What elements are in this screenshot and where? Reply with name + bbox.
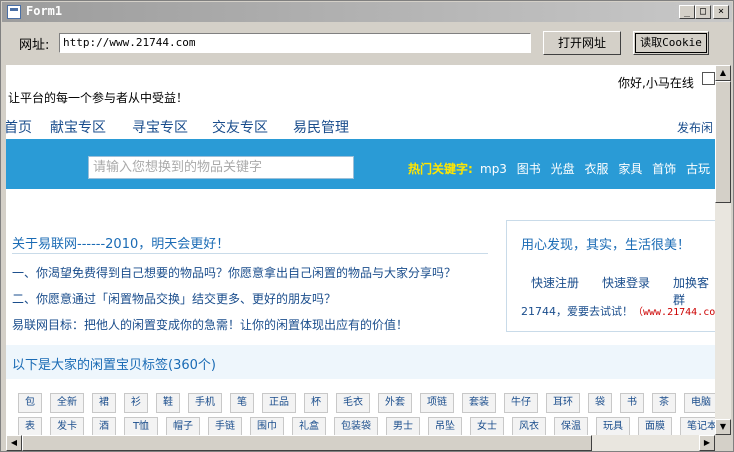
tag-chip[interactable]: 风衣 [512,417,546,435]
tag-chip[interactable]: 裙 [92,393,116,413]
scroll-left-icon[interactable]: ◀ [6,435,22,451]
divider [12,253,488,254]
about-title: 关于易联网------2010，明天会更好！ [12,237,230,252]
greeting-checkbox[interactable] [702,72,715,85]
search-input[interactable]: 请输入您想换到的物品关键字 [88,156,354,179]
title-bar: Form1 _ □ × [2,2,732,22]
tag-chip[interactable]: 正品 [262,393,296,413]
site-slogan: 让平台的每一个参与者从中受益！ [8,91,189,105]
tag-chip[interactable]: 笔记本 [680,417,715,435]
address-label: 网址: [19,38,50,53]
address-input[interactable]: http://www.21744.com [59,33,531,53]
app-icon [7,5,21,19]
user-greeting: 你好,小马在线 [618,76,694,90]
about-question-2[interactable]: 二、你愿意通过「闲置物品交换」结交更多、更好的朋友吗？ [12,290,336,307]
quick-login-link[interactable]: 快速登录 [602,274,650,291]
nav-admin[interactable]: 易民管理 [293,117,349,137]
tag-chip[interactable]: 外套 [378,393,412,413]
tag-chip[interactable]: 包装袋 [334,417,378,435]
tag-chip[interactable]: 面膜 [638,417,672,435]
hot-word[interactable]: 首饰 [652,162,676,176]
open-url-button[interactable]: 打开网址 [543,31,621,55]
scrollbar-corner [715,435,731,451]
web-browser: 你好,小马在线 让平台的每一个参与者从中受益！ 首页 献宝专区 寻宝专区 交友专… [6,65,715,435]
note-url[interactable]: （www.21744.com [633,307,715,318]
maximize-button[interactable]: □ [695,5,711,19]
tag-chip[interactable]: 牛仔 [504,393,538,413]
hot-keywords-label: 热门关键字: [408,162,473,176]
tag-chip[interactable]: 保温 [554,417,588,435]
tag-chip[interactable]: 女士 [470,417,504,435]
tag-chip[interactable]: 帽子 [166,417,200,435]
hot-word[interactable]: 图书 [517,162,541,176]
scroll-up-icon[interactable]: ▲ [715,65,731,81]
tag-chip[interactable]: 吊坠 [428,417,462,435]
tag-chip[interactable]: 项链 [420,393,454,413]
hot-word[interactable]: 衣服 [584,162,608,176]
tag-chip[interactable]: 笔 [230,393,254,413]
hot-word[interactable]: 家具 [618,162,642,176]
tag-chip[interactable]: T恤 [124,417,158,435]
quick-register-link[interactable]: 快速注册 [531,274,579,291]
tags-title: 以下是大家的闲置宝贝标签(360个) [12,358,216,373]
tag-chip[interactable]: 酒 [92,417,116,435]
tag-chip[interactable]: 衫 [124,393,148,413]
tag-chip[interactable]: 全新 [50,393,84,413]
tag-chip[interactable]: 玩具 [596,417,630,435]
scroll-right-icon[interactable]: ▶ [699,435,715,451]
address-row: 网址: http://www.21744.com 打开网址 读取Cookie [1,23,733,63]
about-goal[interactable]: 易联网目标：把他人的闲置变成你的急需！让你的闲置体现出应有的价值！ [12,316,408,333]
site-nav: 首页 献宝专区 寻宝专区 交友专区 易民管理 发布闲 [6,117,715,139]
nav-donate[interactable]: 献宝专区 [50,117,106,137]
window-title: Form1 [26,4,63,18]
nav-social[interactable]: 交友专区 [212,117,268,137]
tag-chip[interactable]: 表 [18,417,42,435]
hot-word[interactable]: mp3 [480,162,507,176]
tag-chip[interactable]: 书 [620,393,644,413]
hot-word[interactable]: 古玩 [686,162,710,176]
note-text: 21744，爱要去试试！ [521,305,633,318]
horizontal-scroll-thumb[interactable] [22,435,592,451]
post-link[interactable]: 发布闲 [677,119,713,136]
tag-chip[interactable]: 耳环 [546,393,580,413]
vertical-scroll-thumb[interactable] [715,81,731,203]
horizontal-scrollbar[interactable]: ◀ ▶ [6,435,715,451]
quick-box-title: 用心发现，其实，生活很美！ [521,238,691,253]
tag-chip[interactable]: 发卡 [50,417,84,435]
vertical-scrollbar[interactable]: ▲ ▼ [715,65,731,435]
tag-chip[interactable]: 电脑 [684,393,715,413]
search-bar: 请输入您想换到的物品关键字 热门关键字: mp3 图书 光盘 衣服 家具 首饰 … [6,139,715,189]
scroll-down-icon[interactable]: ▼ [715,419,731,435]
tag-chip[interactable]: 男士 [386,417,420,435]
tag-chip[interactable]: 鞋 [156,393,180,413]
app-window: Form1 _ □ × 网址: http://www.21744.com 打开网… [0,0,734,452]
tag-chip[interactable]: 茶 [652,393,676,413]
tag-chip[interactable]: 杯 [304,393,328,413]
tag-chip[interactable]: 套装 [462,393,496,413]
site-note: 21744，爱要去试试！（www.21744.com [521,303,715,319]
tag-chip[interactable]: 手机 [188,393,222,413]
hot-keywords: mp3 图书 光盘 衣服 家具 首饰 古玩 食品 [480,160,715,177]
about-question-1[interactable]: 一、你渴望免费得到自己想要的物品吗？你愿意拿出自己闲置的物品与大家分享吗？ [12,264,456,281]
minimize-button[interactable]: _ [679,5,695,19]
tag-chip[interactable]: 手链 [208,417,242,435]
hot-word[interactable]: 光盘 [551,162,575,176]
tag-chip[interactable]: 礼盒 [292,417,326,435]
tag-chip[interactable]: 毛衣 [336,393,370,413]
nav-seek[interactable]: 寻宝专区 [132,117,188,137]
tag-chip[interactable]: 袋 [588,393,612,413]
read-cookie-button[interactable]: 读取Cookie [633,31,709,55]
quick-links-box: 用心发现，其实，生活很美！ 快速注册 快速登录 加换客群 21744，爱要去试试… [506,220,715,332]
tags-header: 以下是大家的闲置宝贝标签(360个) [6,345,715,379]
tag-chip[interactable]: 包 [18,393,42,413]
close-button[interactable]: × [713,5,729,19]
nav-home[interactable]: 首页 [6,117,32,137]
tag-chip[interactable]: 围巾 [250,417,284,435]
